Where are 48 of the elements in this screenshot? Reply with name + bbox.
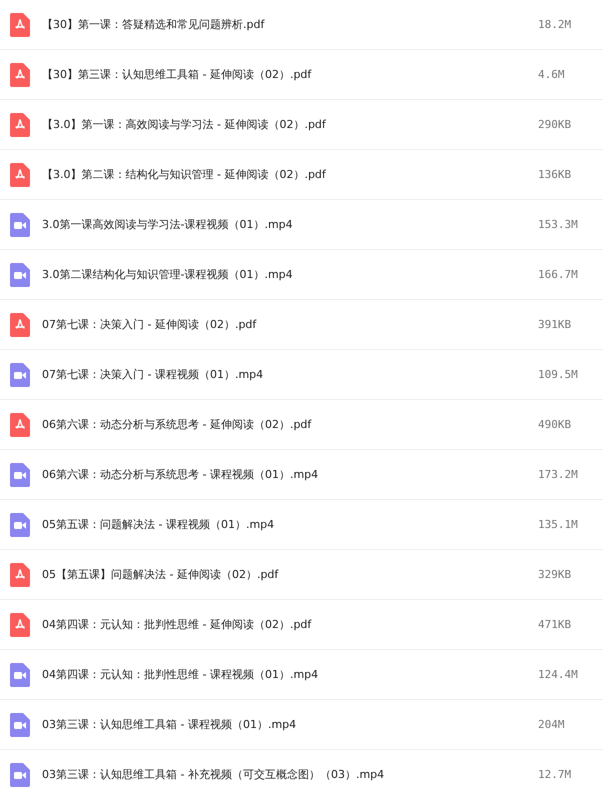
pdf-file-icon	[10, 162, 30, 186]
file-name[interactable]: 04第四课：元认知：批判性思维 - 课程视频（01）.mp4	[42, 667, 538, 682]
file-name[interactable]: 3.0第二课结构化与知识管理-课程视频（01）.mp4	[42, 267, 538, 282]
file-size: 124.4M	[538, 668, 579, 681]
file-size: 18.2M	[538, 18, 572, 31]
video-file-icon	[10, 762, 30, 786]
file-name[interactable]: 04第四课：元认知：批判性思维 - 延伸阅读（02）.pdf	[42, 617, 538, 632]
file-name[interactable]: 【3.0】第二课：结构化与知识管理 - 延伸阅读（02）.pdf	[42, 167, 538, 182]
file-size: 391KB	[538, 318, 572, 331]
file-size: 204M	[538, 718, 566, 731]
file-name[interactable]: 06第六课：动态分析与系统思考 - 课程视频（01）.mp4	[42, 467, 538, 482]
pdf-file-icon	[10, 412, 30, 436]
file-size: 4.6M	[538, 68, 566, 81]
file-size: 109.5M	[538, 368, 579, 381]
file-name[interactable]: 【30】第一课：答疑精选和常见问题辨析.pdf	[42, 17, 538, 32]
video-file-icon	[10, 462, 30, 486]
pdf-file-icon	[10, 12, 30, 36]
file-name[interactable]: 07第七课：决策入门 - 延伸阅读（02）.pdf	[42, 317, 538, 332]
file-name[interactable]: 03第三课：认知思维工具箱 - 补充视频（可交互概念图）（03）.mp4	[42, 767, 538, 782]
pdf-file-icon	[10, 112, 30, 136]
file-size: 166.7M	[538, 268, 579, 281]
file-name[interactable]: 05【第五课】问题解决法 - 延伸阅读（02）.pdf	[42, 567, 538, 582]
pdf-file-icon	[10, 312, 30, 336]
video-file-icon	[10, 662, 30, 686]
file-size: 135.1M	[538, 518, 579, 531]
file-name[interactable]: 07第七课：决策入门 - 课程视频（01）.mp4	[42, 367, 538, 382]
video-file-icon	[10, 512, 30, 536]
video-file-icon	[10, 262, 30, 286]
file-size: 490KB	[538, 418, 572, 431]
file-size: 173.2M	[538, 468, 579, 481]
pdf-file-icon	[10, 612, 30, 636]
pdf-file-icon	[10, 62, 30, 86]
file-name[interactable]: 03第三课：认知思维工具箱 - 课程视频（01）.mp4	[42, 717, 538, 732]
file-name[interactable]: 3.0第一课高效阅读与学习法-课程视频（01）.mp4	[42, 217, 538, 232]
file-size: 153.3M	[538, 218, 579, 231]
file-name[interactable]: 【30】第三课：认知思维工具箱 - 延伸阅读（02）.pdf	[42, 67, 538, 82]
video-file-icon	[10, 712, 30, 736]
pdf-file-icon	[10, 562, 30, 586]
file-size: 329KB	[538, 568, 572, 581]
file-name[interactable]: 【3.0】第一课：高效阅读与学习法 - 延伸阅读（02）.pdf	[42, 117, 538, 132]
file-name[interactable]: 05第五课：问题解决法 - 课程视频（01）.mp4	[42, 517, 538, 532]
video-file-icon	[10, 362, 30, 386]
video-file-icon	[10, 212, 30, 236]
file-name[interactable]: 06第六课：动态分析与系统思考 - 延伸阅读（02）.pdf	[42, 417, 538, 432]
file-size: 471KB	[538, 618, 572, 631]
file-size: 136KB	[538, 168, 572, 181]
file-size: 12.7M	[538, 768, 572, 781]
file-size: 290KB	[538, 118, 572, 131]
